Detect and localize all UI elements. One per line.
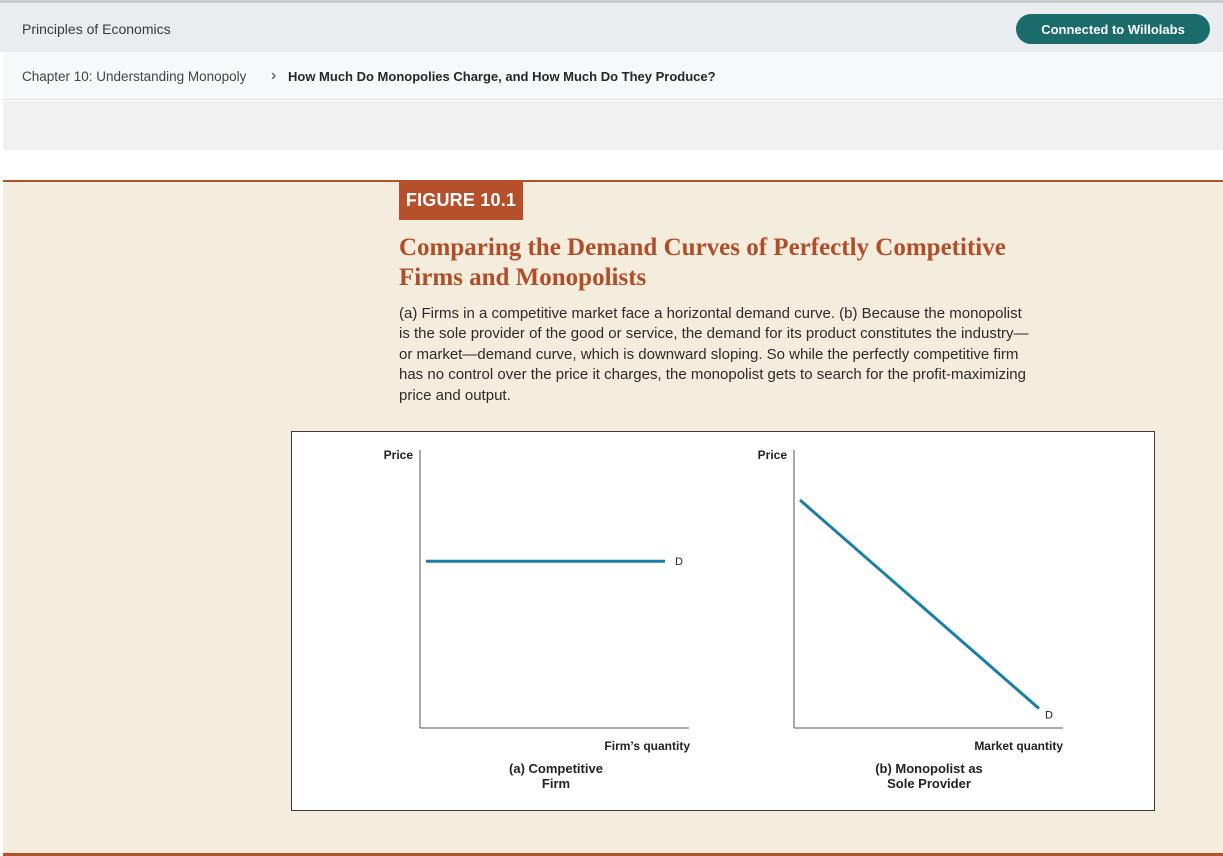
app-header: Principles of Economics Connected to Wil…: [0, 3, 1223, 52]
figure-charts-svg: Price Firm’s quantity(a) CompetitiveFirm D…: [384, 448, 1064, 791]
y-axis-label-b: Price: [758, 448, 788, 462]
panel-caption-a-line1: (a) Competitive: [509, 761, 603, 776]
x-axis-label-b: Market quantity: [974, 739, 1063, 753]
panel-caption-a-line2: Firm: [542, 776, 570, 791]
breadcrumb-current-section: How Much Do Monopolies Charge, and How M…: [288, 69, 716, 84]
content-spacer: [3, 150, 1223, 180]
figure-title: Comparing the Demand Curves of Perfectly…: [399, 234, 1006, 291]
x-axis-label-a: Firm’s quantity: [604, 739, 690, 753]
chevron-right-icon: ›: [271, 67, 277, 84]
demand-curve-label-a: D: [675, 556, 683, 568]
figure-graphic: Price Firm’s quantity (a) Competitive Firm D…: [291, 431, 1155, 811]
breadcrumb-chapter-link[interactable]: Chapter 10: Understanding Monopoly: [22, 69, 246, 84]
connected-to-willolabs-button[interactable]: Connected to Willolabs: [1016, 14, 1210, 44]
y-axis-label-a: Price: [384, 448, 414, 462]
breadcrumb: Chapter 10: Understanding Monopoly › How…: [3, 52, 1223, 100]
figure-caption: (a) Firms in a competitive market face a…: [399, 305, 1029, 404]
panel-caption-b-line2: Sole Provider: [887, 776, 971, 791]
panel-caption-b-line1: (b) Monopolist as: [875, 761, 983, 776]
figure-number-badge: FIGURE 10.1: [399, 181, 523, 220]
demand-curve-label-b: D: [1045, 710, 1053, 722]
demand-curve-b: [799, 498, 1040, 710]
toolbar-spacer: [3, 101, 1223, 150]
book-title[interactable]: Principles of Economics: [22, 21, 171, 37]
